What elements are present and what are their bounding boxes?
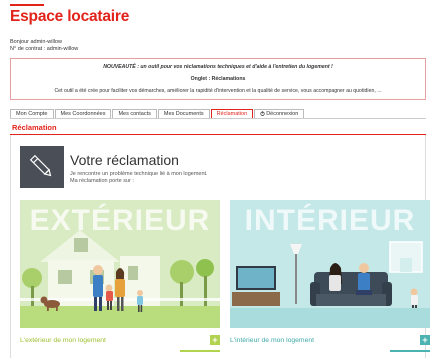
exterior-plus-button[interactable]: + — [210, 335, 220, 345]
announcement-description: Cet outil a été crée pour faciliter vos … — [54, 88, 382, 94]
exterior-illustration — [20, 230, 220, 328]
page-title: Espace locataire — [10, 8, 130, 25]
section-divider — [10, 134, 426, 135]
announcement-tab-hint: Onglet : Réclamations — [190, 76, 246, 82]
claim-title: Votre réclamation — [70, 152, 179, 168]
exterior-link[interactable]: L'extérieur de mon logement + — [20, 335, 220, 353]
greeting: Bonjour admin-willow N° de contrat : adm… — [10, 39, 78, 52]
pencil-icon-box — [20, 146, 64, 188]
interior-link[interactable]: L'intérieur de mon logement + — [230, 335, 430, 353]
exterior-underline — [180, 350, 220, 352]
power-icon — [260, 110, 265, 116]
exterior-link-label: L'extérieur de mon logement — [20, 337, 106, 344]
interior-illustration — [230, 241, 430, 328]
claim-intro: Je rencontre un problème technique lié à… — [70, 171, 208, 184]
announcement-box: NOUVEAUTÉ : un outil pour vos réclamatio… — [10, 58, 426, 100]
tabs-divider — [10, 118, 426, 119]
interior-link-label: L'intérieur de mon logement — [230, 337, 315, 344]
claim-intro-line1: Je rencontre un problème technique lié à… — [70, 171, 208, 177]
top-accent-line — [10, 4, 44, 6]
tab-deconnexion-label: Déconnexion — [266, 111, 299, 117]
section-title: Réclamation — [12, 123, 57, 132]
claim-intro-line2: Ma réclamation porte sur : — [70, 177, 134, 184]
announcement-headline: NOUVEAUTÉ : un outil pour vos réclamatio… — [103, 64, 333, 70]
interior-card[interactable]: INTÉRIEUR — [230, 200, 430, 328]
pencil-icon — [29, 154, 52, 177]
exterior-card[interactable]: EXTÉRIEUR — [20, 200, 220, 328]
interior-underline — [390, 350, 430, 352]
interior-plus-button[interactable]: + — [420, 335, 430, 345]
contract-number: N° de contrat : admin-willow — [10, 45, 79, 52]
top-bar — [0, 0, 431, 5]
